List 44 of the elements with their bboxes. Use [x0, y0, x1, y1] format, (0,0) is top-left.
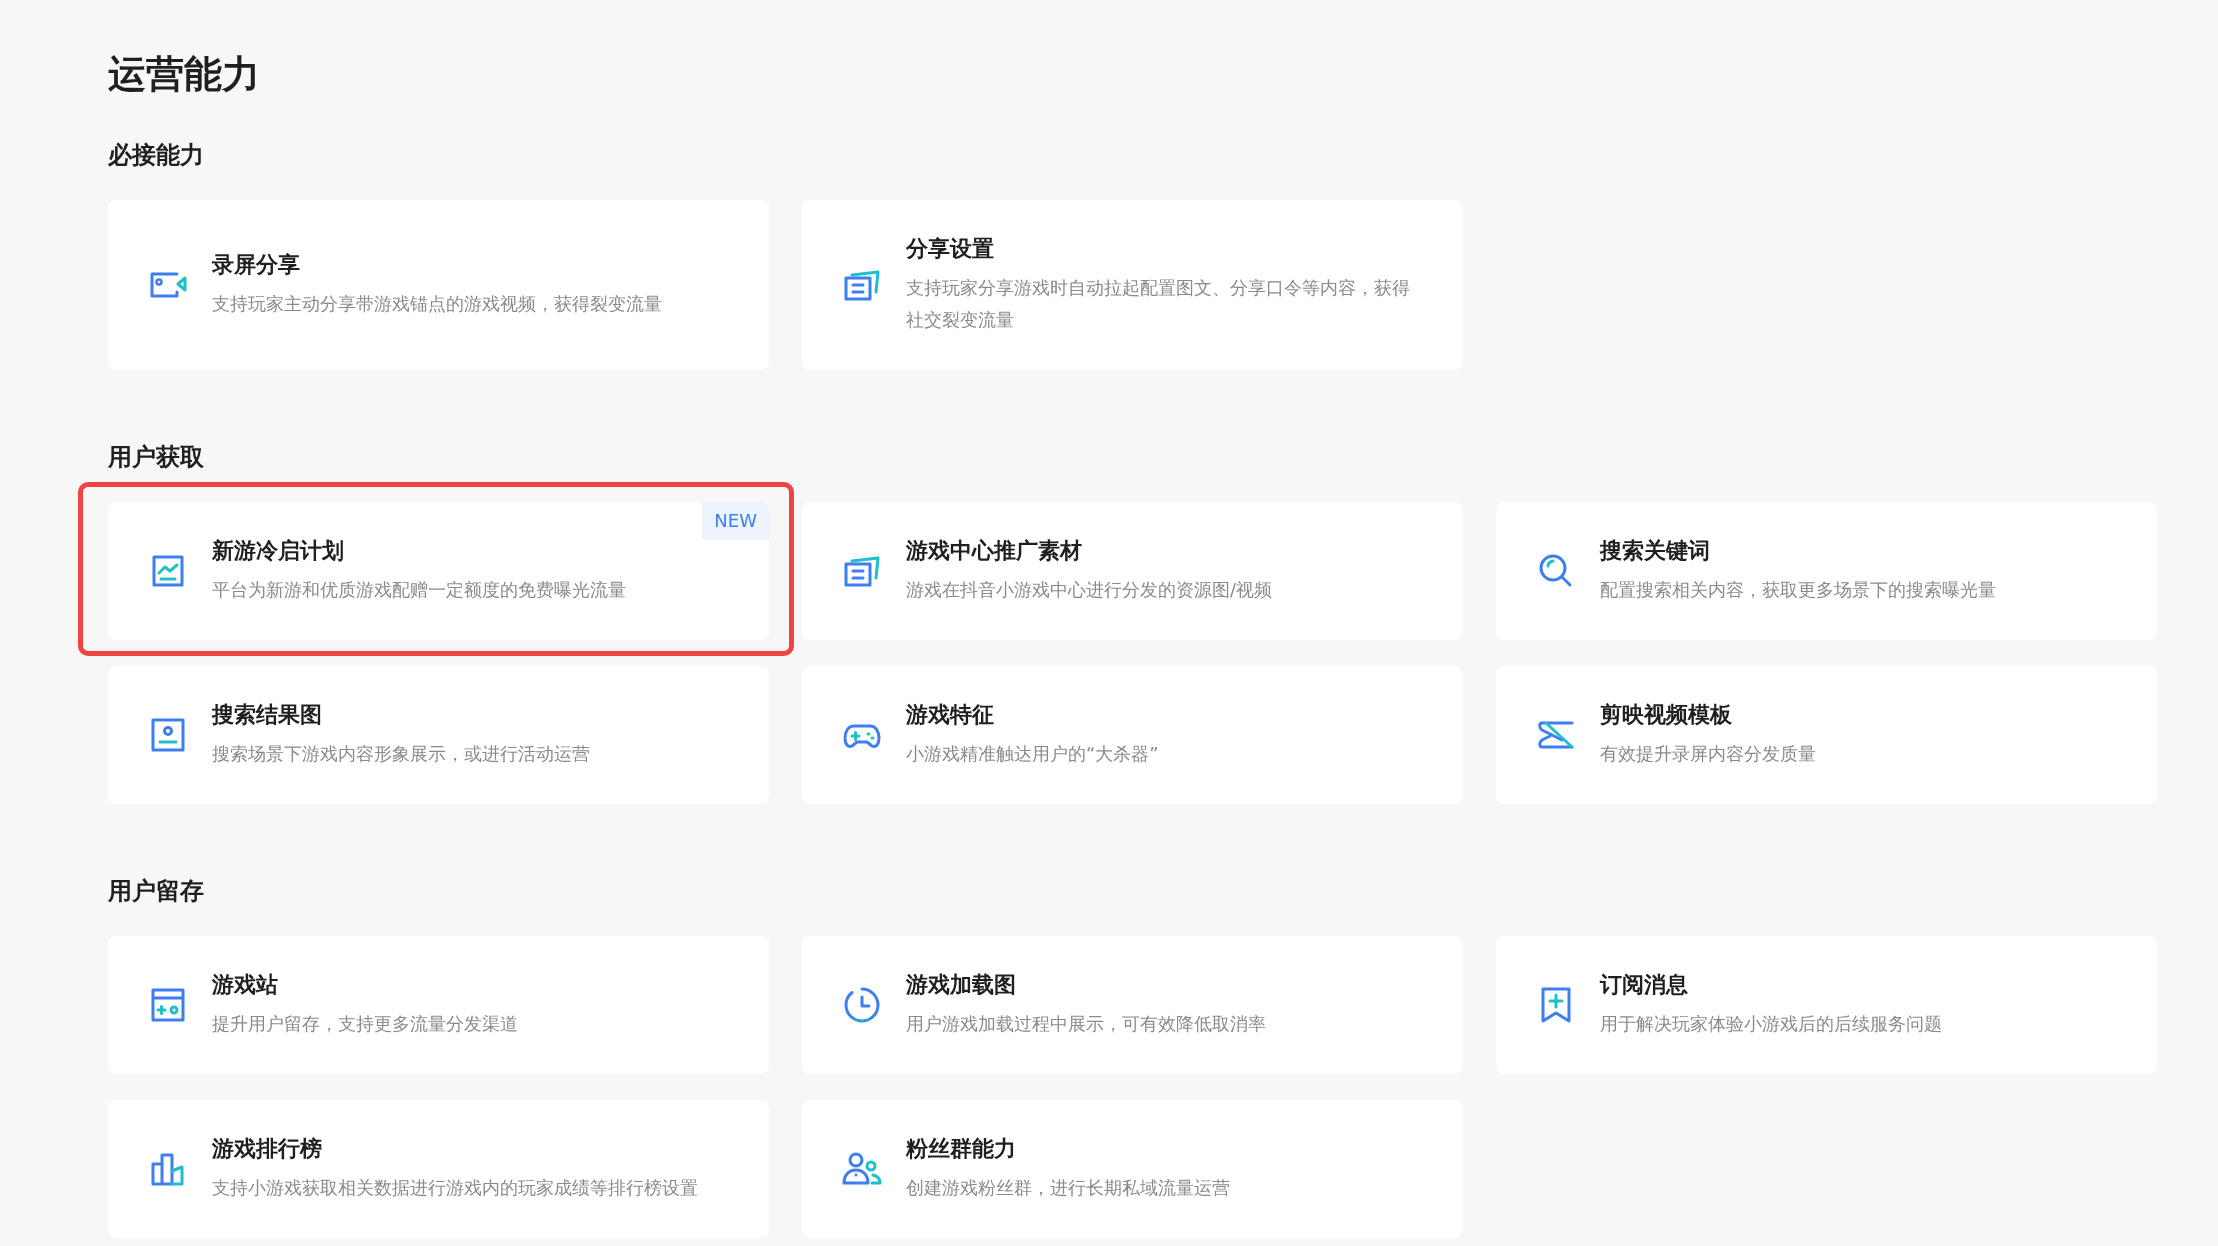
card-description: 支持玩家主动分享带游戏锚点的游戏视频，获得裂变流量: [212, 292, 662, 316]
feature-card[interactable]: 录屏分享 支持玩家主动分享带游戏锚点的游戏视频，获得裂变流量: [108, 200, 769, 370]
card-title: 剪映视频模板: [1600, 701, 1733, 729]
card-title: 订阅消息: [1600, 971, 1689, 999]
feature-card[interactable]: 游戏站 提升用户留存，支持更多流量分发渠道: [108, 936, 769, 1074]
card-title: 分享设置: [906, 235, 995, 263]
card-title: 游戏站: [212, 971, 279, 999]
card-description: 创建游戏粉丝群，进行长期私域流量运营: [906, 1176, 1230, 1200]
card-description: 配置搜索相关内容，获取更多场景下的搜索曝光量: [1600, 578, 1996, 602]
card-description: 小游戏精准触达用户的“大杀器”: [906, 742, 1159, 766]
card-description: 有效提升录屏内容分发质量: [1600, 742, 1816, 766]
feature-card[interactable]: 游戏特征 小游戏精准触达用户的“大杀器”: [802, 666, 1463, 804]
feature-card[interactable]: 分享设置 支持玩家分享游戏时自动拉起配置图文、分享口令等内容，获得社交裂变流量: [802, 200, 1463, 370]
feature-card[interactable]: 新游冷启计划 平台为新游和优质游戏配赠一定额度的免费曝光流量 NEW: [108, 502, 769, 640]
feature-card[interactable]: 剪映视频模板 有效提升录屏内容分发质量: [1496, 666, 2157, 804]
card-title: 录屏分享: [212, 251, 301, 279]
card-description: 提升用户留存，支持更多流量分发渠道: [212, 1012, 518, 1036]
feature-card[interactable]: 游戏加载图 用户游戏加载过程中展示，可有效降低取消率: [802, 936, 1463, 1074]
section-heading: 必接能力: [108, 140, 205, 171]
page-title: 运营能力: [108, 51, 261, 98]
feature-card[interactable]: 搜索关键词 配置搜索相关内容，获取更多场景下的搜索曝光量: [1496, 502, 2157, 640]
card-title: 搜索关键词: [1600, 537, 1711, 565]
card-description: 搜索场景下游戏内容形象展示，或进行活动运营: [212, 742, 590, 766]
card-title: 搜索结果图: [212, 701, 323, 729]
card-description: 支持玩家分享游戏时自动拉起配置图文、分享口令等内容，获得社交裂变流量: [906, 276, 1411, 332]
section-heading: 用户留存: [108, 876, 205, 907]
new-badge: NEW: [702, 502, 769, 540]
feature-card[interactable]: 粉丝群能力 创建游戏粉丝群，进行长期私域流量运营: [802, 1100, 1463, 1238]
card-description: 游戏在抖音小游戏中心进行分发的资源图/视频: [906, 578, 1273, 602]
card-title: 粉丝群能力: [906, 1135, 1017, 1163]
card-description: 用于解决玩家体验小游戏后的后续服务问题: [1600, 1012, 1942, 1036]
section-heading: 用户获取: [108, 442, 205, 473]
feature-card[interactable]: 游戏中心推广素材 游戏在抖音小游戏中心进行分发的资源图/视频: [802, 502, 1463, 640]
card-description: 平台为新游和优质游戏配赠一定额度的免费曝光流量: [212, 578, 626, 602]
feature-card[interactable]: 搜索结果图 搜索场景下游戏内容形象展示，或进行活动运营: [108, 666, 769, 804]
card-title: 游戏中心推广素材: [906, 537, 1083, 565]
feature-card[interactable]: 订阅消息 用于解决玩家体验小游戏后的后续服务问题: [1496, 936, 2157, 1074]
card-title: 游戏特征: [906, 701, 995, 729]
card-title: 游戏排行榜: [212, 1135, 323, 1163]
card-title: 新游冷启计划: [212, 537, 345, 565]
card-description: 支持小游戏获取相关数据进行游戏内的玩家成绩等排行榜设置: [212, 1176, 698, 1200]
feature-card[interactable]: 游戏排行榜 支持小游戏获取相关数据进行游戏内的玩家成绩等排行榜设置: [108, 1100, 769, 1238]
card-title: 游戏加载图: [906, 971, 1017, 999]
card-description: 用户游戏加载过程中展示，可有效降低取消率: [906, 1012, 1266, 1036]
